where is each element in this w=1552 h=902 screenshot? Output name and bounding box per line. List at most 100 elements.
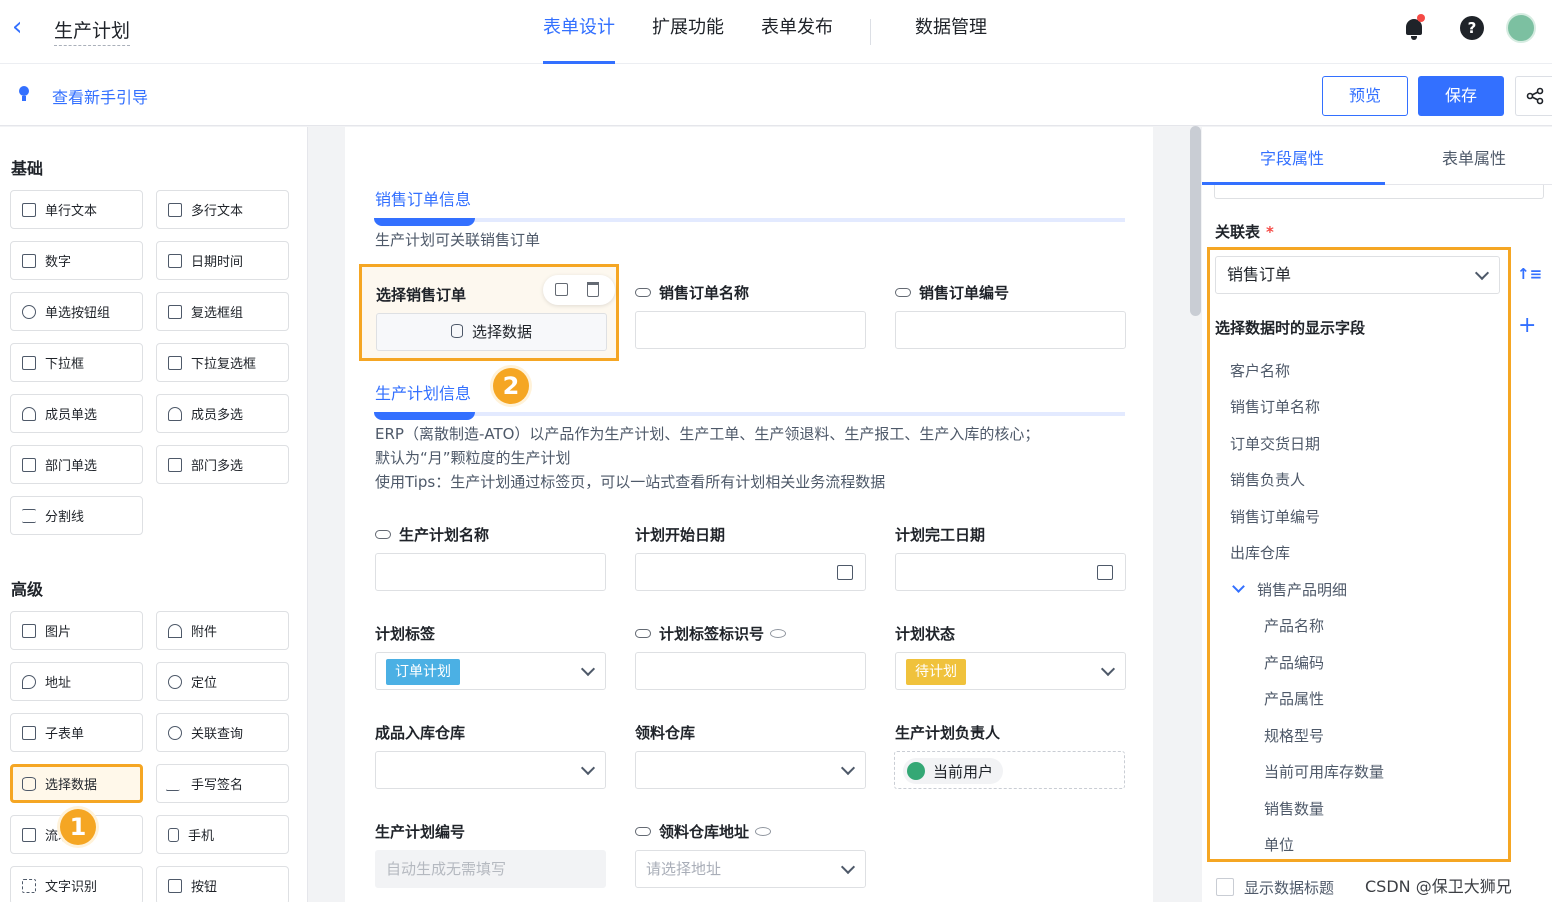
material-wh-select[interactable] [635, 751, 866, 789]
display-subfield-item[interactable]: 产品名称 [1264, 615, 1324, 636]
show-title-checkbox[interactable] [1216, 878, 1234, 896]
comp-label: 成员单选 [45, 408, 98, 423]
tab-field-properties[interactable]: 字段属性 [1260, 145, 1324, 169]
tab-data-management[interactable]: 数据管理 [915, 0, 987, 64]
chevron-down-icon [840, 859, 856, 875]
comp-divider[interactable]: 分割线 [10, 496, 143, 535]
display-subfield-item[interactable]: 产品属性 [1264, 688, 1324, 709]
share-button[interactable] [1515, 76, 1552, 116]
comp-attachment[interactable]: 附件 [156, 611, 289, 650]
display-field-group[interactable]: 销售产品明细 [1230, 579, 1347, 600]
beginner-guide-link[interactable]: 查看新手引导 [52, 84, 148, 108]
comp-number[interactable]: 数字 [10, 241, 143, 280]
selected-field-select-order[interactable]: 选择销售订单 选择数据 [359, 264, 619, 361]
comp-label: 下拉复选框 [191, 357, 257, 372]
field-label-plan-no: 生产计划编号 [375, 823, 466, 841]
comp-datetime[interactable]: 日期时间 [156, 241, 289, 280]
comp-signature[interactable]: 手写签名 [156, 764, 289, 803]
wh-address-select[interactable]: 请选择地址 [635, 850, 866, 888]
comp-ocr[interactable]: 文字识别 [10, 866, 143, 902]
display-subfield-item[interactable]: 产品编码 [1264, 652, 1324, 673]
preview-button[interactable]: 预览 [1322, 76, 1408, 116]
lightbulb-icon [18, 86, 30, 102]
tab-divider [870, 19, 871, 45]
display-field-item[interactable]: 销售负责人 [1230, 469, 1305, 490]
plan-tag-chip: 订单计划 [386, 659, 460, 685]
comp-checkbox-group[interactable]: 复选框组 [156, 292, 289, 331]
canvas-scrollbar[interactable] [1190, 126, 1201, 316]
comp-address[interactable]: 地址 [10, 662, 143, 701]
comp-geolocation[interactable]: 定位 [156, 662, 289, 701]
add-field-icon[interactable]: + [1518, 313, 1536, 338]
linked-table-select[interactable]: 销售订单 [1215, 256, 1500, 294]
end-date-picker[interactable] [895, 553, 1126, 591]
comp-button[interactable]: 按钮 [156, 866, 289, 902]
comp-member-single[interactable]: 成员单选 [10, 394, 143, 433]
order-name-input[interactable] [635, 311, 866, 349]
help-icon[interactable]: ? [1460, 16, 1484, 40]
back-arrow-icon[interactable]: ‹ [12, 14, 36, 42]
watermark: CSDN @保卫大狮兄 [1365, 877, 1512, 896]
avatar[interactable] [1506, 13, 1536, 43]
start-date-picker[interactable] [635, 553, 866, 591]
link-icon [635, 827, 651, 836]
comp-multi-dropdown[interactable]: 下拉复选框 [156, 343, 289, 382]
comp-linked-query[interactable]: 关联查询 [156, 713, 289, 752]
tab-form-publish[interactable]: 表单发布 [761, 0, 833, 64]
display-field-item[interactable]: 销售订单名称 [1230, 396, 1320, 417]
comp-label: 选择数据 [45, 778, 98, 793]
comp-select-data[interactable]: 选择数据 [10, 764, 143, 803]
plan-tag-select[interactable]: 订单计划 [375, 652, 606, 690]
section-underline [374, 412, 1125, 420]
comp-dept-multi[interactable]: 部门多选 [156, 445, 289, 484]
order-no-input[interactable] [895, 311, 1126, 349]
plan-tag-id-input[interactable] [635, 652, 866, 690]
display-field-item[interactable]: 销售订单编号 [1230, 506, 1320, 527]
comp-label: 附件 [191, 625, 218, 640]
chevron-down-icon[interactable] [1232, 580, 1245, 593]
display-subfield-item[interactable]: 规格型号 [1264, 725, 1324, 746]
copy-icon[interactable] [555, 283, 568, 296]
sort-icon[interactable]: ↑≡ [1517, 266, 1542, 282]
comp-radio-group[interactable]: 单选按钮组 [10, 292, 143, 331]
comp-single-text[interactable]: 单行文本 [10, 190, 143, 229]
tab-form-properties[interactable]: 表单属性 [1442, 145, 1506, 169]
display-field-item[interactable]: 出库仓库 [1230, 542, 1290, 563]
display-subfield-item[interactable]: 当前可用库存数量 [1264, 761, 1384, 782]
plan-status-chip: 待计划 [906, 659, 966, 685]
toolbar: 查看新手引导 预览 保存 [0, 64, 1552, 126]
owner-field[interactable]: 当前用户 [894, 751, 1125, 789]
tab-form-design[interactable]: 表单设计 [543, 0, 615, 64]
notification-bell-icon[interactable] [1400, 13, 1430, 43]
link-icon [375, 530, 391, 539]
comp-multi-text[interactable]: 多行文本 [156, 190, 289, 229]
comp-label: 子表单 [45, 727, 85, 742]
select-data-button[interactable]: 选择数据 [376, 313, 607, 351]
comp-label: 定位 [191, 676, 218, 691]
display-subfield-item[interactable]: 单位 [1264, 834, 1294, 855]
comp-dropdown[interactable]: 下拉框 [10, 343, 143, 382]
basic-section-title: 基础 [11, 159, 44, 178]
comp-dept-single[interactable]: 部门单选 [10, 445, 143, 484]
field-label-plan-status: 计划状态 [895, 625, 956, 643]
save-button[interactable]: 保存 [1418, 76, 1504, 116]
advanced-section-title: 高级 [11, 580, 44, 599]
display-subfield-item[interactable]: 销售数量 [1264, 798, 1324, 819]
plan-name-input[interactable] [375, 553, 606, 591]
comp-member-multi[interactable]: 成员多选 [156, 394, 289, 433]
properties-panel: 字段属性 表单属性 关联表 * 销售订单 ↑≡ 选择数据时的显示字段 + 客户名称… [1202, 127, 1552, 902]
comp-subform[interactable]: 子表单 [10, 713, 143, 752]
comp-label: 分割线 [45, 510, 85, 525]
finished-wh-select[interactable] [375, 751, 606, 789]
phone-icon [168, 827, 179, 842]
display-field-item[interactable]: 订单交货日期 [1230, 433, 1320, 454]
tab-extensions[interactable]: 扩展功能 [652, 0, 724, 64]
app-title[interactable]: 生产计划 [54, 16, 131, 46]
display-field-item[interactable]: 客户名称 [1230, 360, 1290, 381]
comp-image[interactable]: 图片 [10, 611, 143, 650]
comp-label: 下拉框 [45, 357, 85, 372]
plan-status-select[interactable]: 待计划 [895, 652, 1126, 690]
trash-icon[interactable] [587, 282, 599, 297]
comp-phone[interactable]: 手机 [156, 815, 289, 854]
field-label-end-date: 计划完工日期 [895, 526, 986, 544]
